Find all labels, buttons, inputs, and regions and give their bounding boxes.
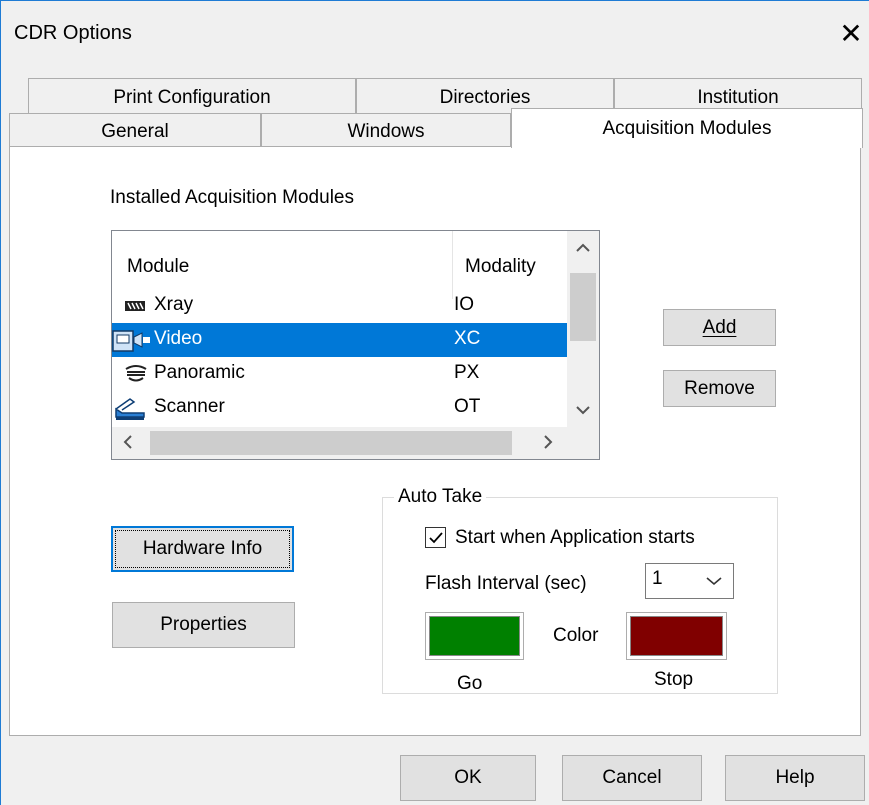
vertical-scroll-thumb[interactable]: [570, 273, 596, 341]
ok-button[interactable]: OK: [400, 755, 536, 801]
tab-windows[interactable]: Windows: [261, 113, 511, 147]
module-list[interactable]: Module Modality Xray IO Video XC Panoram…: [111, 230, 600, 460]
remove-button-label: Remove: [684, 378, 755, 399]
cdr-options-dialog: CDR Options ✕ Print Configuration Direct…: [0, 0, 869, 805]
vertical-scrollbar[interactable]: [567, 231, 599, 427]
add-button-label: Add: [702, 317, 737, 338]
stop-label: Stop: [654, 669, 694, 690]
stop-color-swatch: [630, 616, 723, 656]
horizontal-scroll-thumb[interactable]: [150, 431, 512, 455]
cancel-button[interactable]: Cancel: [562, 755, 702, 801]
xray-icon: [124, 295, 146, 317]
list-item[interactable]: Video XC: [112, 323, 567, 357]
add-button[interactable]: Add: [663, 309, 776, 346]
go-color-button[interactable]: [425, 612, 524, 660]
module-modality: IO: [454, 294, 475, 315]
module-modality: OT: [454, 396, 481, 417]
start-with-app-checkbox[interactable]: [425, 527, 446, 548]
column-header-modality[interactable]: Modality: [465, 256, 536, 278]
checkmark-icon: [429, 532, 443, 544]
tab-label: Acquisition Modules: [602, 118, 772, 139]
flash-interval-select[interactable]: 1: [645, 563, 734, 599]
tab-label: Directories: [439, 87, 531, 108]
video-camera-icon: [112, 329, 152, 352]
module-name: Xray: [154, 294, 194, 315]
scroll-down-icon[interactable]: [567, 395, 599, 427]
scroll-right-icon[interactable]: [532, 427, 564, 459]
window-border-top: [0, 0, 869, 1]
horizontal-scrollbar[interactable]: [112, 427, 567, 459]
tab-print-configuration[interactable]: Print Configuration: [28, 78, 356, 114]
cancel-label: Cancel: [602, 767, 662, 788]
close-icon[interactable]: ✕: [833, 16, 869, 52]
auto-take-title: Auto Take: [394, 486, 487, 508]
hardware-info-button[interactable]: Hardware Info: [111, 526, 294, 572]
list-item[interactable]: Xray IO: [112, 289, 567, 323]
window-border-left: [0, 0, 1, 805]
start-with-app-label[interactable]: Start when Application starts: [455, 527, 695, 549]
module-name: Video: [154, 328, 203, 349]
help-button[interactable]: Help: [725, 755, 865, 801]
tab-label: Institution: [697, 87, 779, 108]
module-name: Panoramic: [154, 362, 245, 383]
scroll-left-icon[interactable]: [112, 427, 144, 459]
color-label: Color: [553, 625, 599, 646]
ok-label: OK: [454, 767, 482, 788]
flash-interval-label: Flash Interval (sec): [425, 573, 587, 594]
hardware-info-label: Hardware Info: [142, 538, 263, 559]
help-label: Help: [775, 767, 815, 788]
go-label: Go: [457, 673, 483, 694]
tab-acquisition-modules[interactable]: Acquisition Modules: [511, 108, 863, 148]
dialog-title: CDR Options: [14, 22, 132, 44]
chevron-down-icon: [706, 577, 722, 586]
module-modality: PX: [454, 362, 480, 383]
properties-label: Properties: [160, 614, 247, 635]
stop-color-button[interactable]: [626, 612, 727, 660]
tab-label: Windows: [347, 121, 425, 142]
tab-label: General: [101, 121, 169, 142]
installed-modules-label: Installed Acquisition Modules: [110, 187, 354, 208]
remove-button[interactable]: Remove: [663, 370, 776, 407]
flash-interval-value: 1: [652, 568, 663, 589]
tab-label: Print Configuration: [113, 87, 271, 108]
go-color-swatch: [429, 616, 520, 656]
scrollbar-corner: [567, 427, 599, 459]
list-item[interactable]: Scanner OT: [112, 391, 567, 425]
panoramic-icon: [124, 363, 147, 385]
list-item[interactable]: Panoramic PX: [112, 357, 567, 391]
module-name: Scanner: [154, 396, 225, 417]
properties-button[interactable]: Properties: [112, 602, 295, 648]
column-header-module[interactable]: Module: [127, 256, 189, 278]
tab-general[interactable]: General: [9, 113, 261, 147]
scanner-icon: [114, 397, 146, 420]
module-modality: XC: [454, 328, 481, 349]
scroll-up-icon[interactable]: [567, 233, 599, 265]
